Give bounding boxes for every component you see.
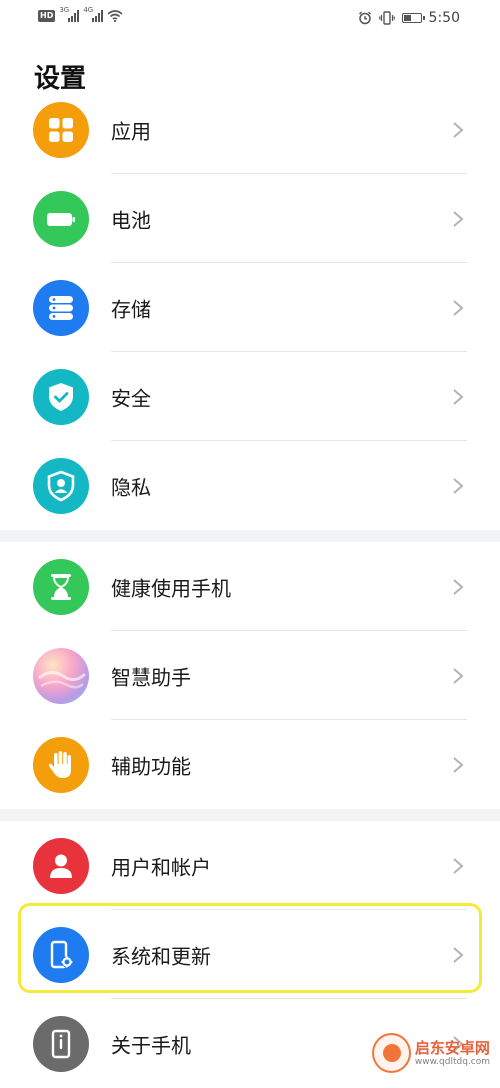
signal-icon: 3G <box>59 6 80 22</box>
settings-item-label: 存储 <box>111 297 151 321</box>
highlight-annotation-box <box>18 903 482 993</box>
hourglass-icon <box>33 558 89 615</box>
settings-item-label: 关于手机 <box>111 1033 191 1057</box>
settings-item-digital-balance[interactable]: 健康使用手机 <box>0 542 500 631</box>
section-gap <box>0 530 500 542</box>
chevron-right-icon <box>453 477 464 494</box>
clock: 5:50 <box>428 10 460 26</box>
settings-item-smart-assistant[interactable]: 智慧助手 <box>0 631 500 720</box>
settings-item-security[interactable]: 安全 <box>0 352 500 441</box>
hand-icon <box>33 736 89 793</box>
settings-item-label: 辅助功能 <box>111 754 191 778</box>
watermark: 启东安卓网 www.qdltdq.com <box>372 1030 490 1076</box>
status-left: HD 3G 4G <box>38 6 123 22</box>
battery-icon <box>401 13 425 23</box>
settings-item-privacy[interactable]: 隐私 <box>0 441 500 530</box>
settings-item-users-accounts[interactable]: 用户和帐户 <box>0 821 500 910</box>
signal-icon: 4G <box>83 6 104 22</box>
watermark-text: 启东安卓网 www.qdltdq.com <box>415 1039 490 1068</box>
chevron-right-icon <box>453 667 464 684</box>
chevron-right-icon <box>453 121 464 138</box>
chevron-right-icon <box>453 299 464 316</box>
storage-icon <box>33 279 89 336</box>
watermark-name: 启东安卓网 <box>414 1038 490 1057</box>
settings-item-apps[interactable]: 应用 <box>0 85 500 174</box>
settings-item-label: 应用 <box>111 119 151 143</box>
settings-item-label: 电池 <box>111 208 151 232</box>
watermark-logo-icon <box>372 1033 411 1073</box>
settings-item-label: 用户和帐户 <box>111 855 211 879</box>
vibrate-icon <box>378 11 395 25</box>
phone-info-icon <box>33 1015 89 1072</box>
network-type-label: 4G <box>83 6 94 14</box>
chevron-right-icon <box>453 756 464 773</box>
settings-item-label: 隐私 <box>111 475 151 499</box>
section-gap <box>0 809 500 821</box>
settings-item-label: 智慧助手 <box>111 665 191 689</box>
shield-check-icon <box>33 368 89 425</box>
chevron-right-icon <box>453 388 464 405</box>
battery-icon <box>33 190 89 247</box>
settings-item-accessibility[interactable]: 辅助功能 <box>0 720 500 809</box>
apps-icon <box>33 101 89 158</box>
chevron-right-icon <box>453 857 464 874</box>
user-icon <box>33 837 89 894</box>
settings-item-label: 健康使用手机 <box>111 576 231 600</box>
network-type-label: 3G <box>59 6 70 14</box>
settings-item-battery[interactable]: 电池 <box>0 174 500 263</box>
hd-badge: HD <box>38 10 56 22</box>
settings-item-storage[interactable]: 存储 <box>0 263 500 352</box>
status-bar: HD 3G 4G 5:50 <box>0 0 500 38</box>
assistant-orb-icon <box>33 647 89 704</box>
watermark-url: www.qdltdq.com <box>414 1056 490 1067</box>
privacy-shield-icon <box>33 457 89 514</box>
alarm-icon <box>358 11 371 25</box>
wifi-icon <box>107 10 123 22</box>
chevron-right-icon <box>453 578 464 595</box>
settings-item-label: 安全 <box>111 386 151 410</box>
chevron-right-icon <box>453 210 464 227</box>
status-right: 5:50 <box>358 10 460 26</box>
